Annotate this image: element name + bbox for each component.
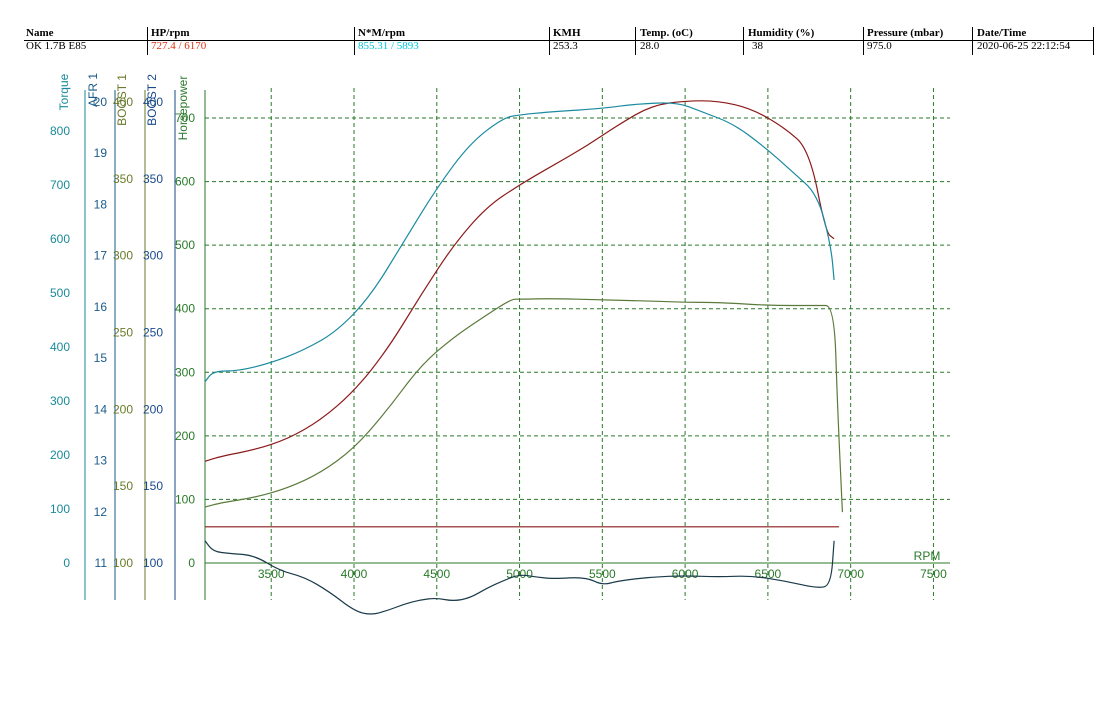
tick-label-boost1: 400 <box>113 95 133 109</box>
tick-label-boost1: 200 <box>113 402 133 416</box>
tick-label-afr: 17 <box>94 249 108 263</box>
tick-label-boost1: 250 <box>113 326 133 340</box>
tick-label-afr: 18 <box>94 197 108 211</box>
dyno-chart: Torque0100200300400500600700800AFR 11112… <box>50 73 950 615</box>
tick-label-boost2: 200 <box>143 402 163 416</box>
tick-label-rpm: 5500 <box>589 567 616 581</box>
tick-label-boost2: 100 <box>143 556 163 570</box>
series-line-boost_curve <box>204 298 843 513</box>
tick-label-hp: 500 <box>175 238 195 252</box>
tick-label-boost2: 250 <box>143 326 163 340</box>
axis-title-hp: Horsepower <box>176 76 190 141</box>
tick-label-rpm: 4000 <box>341 567 368 581</box>
tick-label-hp: 200 <box>175 429 195 443</box>
tick-label-boost1: 150 <box>113 479 133 493</box>
tick-label-boost2: 400 <box>143 95 163 109</box>
tick-label-afr: 14 <box>94 402 108 416</box>
axis-title-torque: Torque <box>57 73 71 110</box>
tick-label-afr: 20 <box>94 95 108 109</box>
tick-label-torque: 700 <box>50 178 70 192</box>
tick-label-torque: 300 <box>50 394 70 408</box>
tick-label-torque: 600 <box>50 232 70 246</box>
tick-label-boost2: 350 <box>143 172 163 186</box>
tick-label-hp: 300 <box>175 365 195 379</box>
tick-label-hp: 600 <box>175 175 195 189</box>
tick-label-hp: 700 <box>175 111 195 125</box>
x-axis-title: RPM <box>914 549 941 563</box>
tick-label-torque: 200 <box>50 448 70 462</box>
tick-label-afr: 11 <box>95 556 108 570</box>
tick-label-torque: 800 <box>50 124 70 138</box>
tick-label-rpm: 5000 <box>506 567 533 581</box>
tick-label-afr: 16 <box>94 300 108 314</box>
tick-label-afr: 13 <box>94 454 108 468</box>
tick-label-rpm: 7000 <box>837 567 864 581</box>
tick-label-torque: 100 <box>50 502 70 516</box>
tick-label-hp: 100 <box>175 492 195 506</box>
tick-label-torque: 0 <box>63 556 70 570</box>
tick-label-rpm: 7500 <box>920 567 947 581</box>
tick-label-torque: 500 <box>50 286 70 300</box>
tick-label-afr: 12 <box>94 505 108 519</box>
tick-label-torque: 400 <box>50 340 70 354</box>
tick-label-boost1: 300 <box>113 249 133 263</box>
tick-label-afr: 15 <box>94 351 108 365</box>
tick-label-hp: 0 <box>188 556 195 570</box>
tick-label-rpm: 3500 <box>258 567 285 581</box>
tick-label-boost2: 150 <box>143 479 163 493</box>
tick-label-afr: 19 <box>94 146 108 160</box>
tick-label-boost1: 350 <box>113 172 133 186</box>
tick-label-boost2: 300 <box>143 249 163 263</box>
tick-label-hp: 400 <box>175 302 195 316</box>
tick-label-rpm: 6000 <box>672 567 699 581</box>
tick-label-rpm: 4500 <box>423 567 450 581</box>
tick-label-boost1: 100 <box>113 556 133 570</box>
